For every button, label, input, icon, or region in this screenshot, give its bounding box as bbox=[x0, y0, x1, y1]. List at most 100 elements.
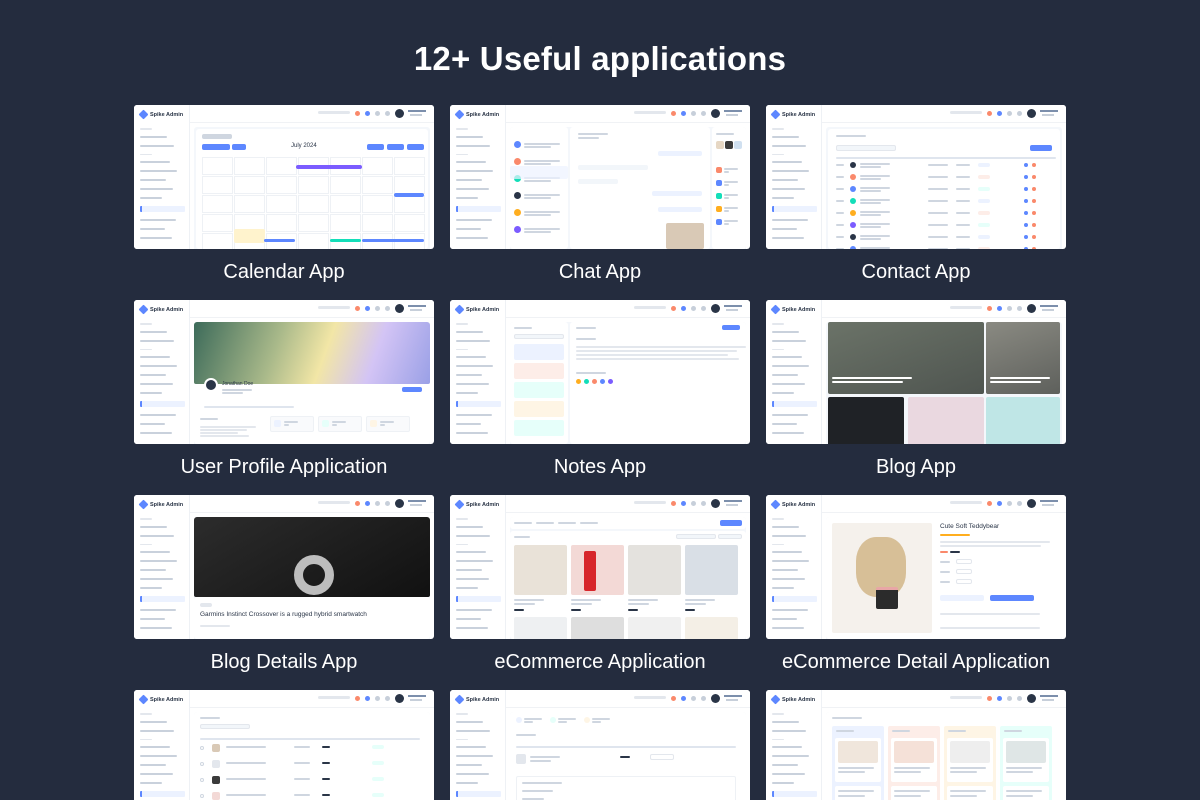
notification-icon[interactable] bbox=[1007, 306, 1012, 311]
sidebar-item[interactable] bbox=[772, 228, 797, 230]
sidebar-item[interactable] bbox=[456, 339, 490, 342]
sidebar-item[interactable] bbox=[456, 237, 488, 239]
sidebar-item[interactable] bbox=[456, 423, 481, 425]
sidebar-item[interactable] bbox=[772, 791, 817, 797]
sidebar-item[interactable] bbox=[456, 356, 486, 358]
sidebar-item[interactable] bbox=[456, 764, 482, 766]
notification-icon[interactable] bbox=[375, 111, 380, 116]
search-input[interactable] bbox=[318, 111, 350, 114]
sidebar-item[interactable] bbox=[772, 179, 798, 181]
sidebar-item[interactable] bbox=[456, 551, 486, 553]
app-tile[interactable]: Spike Admin bbox=[766, 690, 1066, 800]
task-card[interactable] bbox=[891, 738, 937, 782]
sidebar-item[interactable] bbox=[140, 365, 177, 367]
sidebar-item[interactable] bbox=[772, 609, 808, 611]
sidebar-item[interactable] bbox=[456, 144, 490, 147]
sidebar-item[interactable] bbox=[772, 374, 798, 376]
sidebar-item[interactable] bbox=[772, 392, 794, 394]
sidebar-item[interactable] bbox=[140, 144, 174, 147]
sidebar-item[interactable] bbox=[772, 627, 804, 629]
sidebar-item[interactable] bbox=[140, 197, 162, 199]
task-card[interactable] bbox=[835, 738, 881, 782]
notification-icon[interactable] bbox=[355, 306, 360, 311]
search-input[interactable] bbox=[318, 696, 350, 699]
notification-icon[interactable] bbox=[997, 111, 1002, 116]
sidebar-item[interactable] bbox=[140, 228, 165, 230]
sidebar-item[interactable] bbox=[140, 330, 167, 333]
sidebar-item[interactable] bbox=[140, 414, 176, 416]
sidebar-item[interactable] bbox=[456, 713, 468, 715]
sidebar-item[interactable] bbox=[140, 609, 176, 611]
sidebar-item[interactable] bbox=[140, 432, 172, 434]
notification-icon[interactable] bbox=[671, 501, 676, 506]
sidebar-item[interactable] bbox=[772, 161, 802, 163]
sidebar-item[interactable] bbox=[772, 423, 797, 425]
sidebar-item[interactable] bbox=[456, 365, 493, 367]
sidebar-item[interactable] bbox=[456, 348, 468, 350]
sidebar-item[interactable] bbox=[772, 365, 809, 367]
notification-icon[interactable] bbox=[997, 306, 1002, 311]
sidebar-item[interactable] bbox=[140, 153, 152, 155]
notification-icon[interactable] bbox=[681, 111, 686, 116]
sidebar-item[interactable] bbox=[140, 729, 174, 732]
sidebar-item[interactable] bbox=[456, 153, 468, 155]
sidebar-item[interactable] bbox=[772, 543, 784, 545]
sidebar-item[interactable] bbox=[772, 206, 817, 212]
notification-icon[interactable] bbox=[681, 501, 686, 506]
sidebar-item[interactable] bbox=[772, 618, 797, 620]
task-card[interactable] bbox=[947, 786, 993, 800]
note-card[interactable] bbox=[514, 401, 564, 417]
sidebar-item[interactable] bbox=[456, 401, 501, 407]
sidebar-item[interactable] bbox=[140, 170, 177, 172]
sidebar-item[interactable] bbox=[140, 782, 162, 784]
notification-icon[interactable] bbox=[375, 696, 380, 701]
notification-icon[interactable] bbox=[355, 111, 360, 116]
notification-icon[interactable] bbox=[355, 696, 360, 701]
sidebar-item[interactable] bbox=[456, 228, 481, 230]
app-tile[interactable]: Spike Admin Notes App bbox=[450, 300, 750, 479]
sidebar-item[interactable] bbox=[140, 587, 162, 589]
notification-icon[interactable] bbox=[671, 306, 676, 311]
sidebar-item[interactable] bbox=[456, 188, 489, 190]
sidebar-item[interactable] bbox=[140, 764, 166, 766]
task-card[interactable] bbox=[1003, 738, 1049, 782]
search-input[interactable] bbox=[634, 696, 666, 699]
notification-icon[interactable] bbox=[671, 111, 676, 116]
sidebar-item[interactable] bbox=[772, 596, 817, 602]
sidebar-item[interactable] bbox=[140, 356, 170, 358]
search-input[interactable] bbox=[950, 696, 982, 699]
notification-icon[interactable] bbox=[997, 501, 1002, 506]
notification-icon[interactable] bbox=[365, 111, 370, 116]
sidebar-item[interactable] bbox=[456, 135, 483, 138]
sidebar-item[interactable] bbox=[772, 330, 799, 333]
sidebar-item[interactable] bbox=[456, 170, 493, 172]
sidebar-item[interactable] bbox=[456, 525, 483, 528]
sidebar-item[interactable] bbox=[772, 339, 806, 342]
sidebar-item[interactable] bbox=[772, 782, 794, 784]
sidebar-item[interactable] bbox=[772, 237, 804, 239]
sidebar-item[interactable] bbox=[772, 383, 805, 385]
sidebar-item[interactable] bbox=[456, 729, 490, 732]
search-input[interactable] bbox=[950, 501, 982, 504]
sidebar-item[interactable] bbox=[140, 128, 152, 130]
app-tile[interactable]: Spike Admin Contact App bbox=[766, 105, 1066, 284]
sidebar-item[interactable] bbox=[456, 383, 489, 385]
sidebar-item[interactable] bbox=[140, 773, 173, 775]
note-card[interactable] bbox=[514, 382, 564, 398]
sidebar-item[interactable] bbox=[456, 414, 492, 416]
sidebar-item[interactable] bbox=[140, 627, 172, 629]
sidebar-item[interactable] bbox=[772, 170, 809, 172]
sidebar-item[interactable] bbox=[456, 720, 483, 723]
notification-icon[interactable] bbox=[365, 501, 370, 506]
sidebar-item[interactable] bbox=[140, 219, 176, 221]
sidebar-item[interactable] bbox=[456, 392, 478, 394]
sidebar-item[interactable] bbox=[140, 237, 172, 239]
app-tile[interactable]: Spike Admin Jonathan Doe User Profile Appl… bbox=[134, 300, 434, 479]
sidebar-item[interactable] bbox=[140, 348, 152, 350]
notification-icon[interactable] bbox=[1017, 501, 1022, 506]
notification-icon[interactable] bbox=[701, 501, 706, 506]
sidebar-item[interactable] bbox=[456, 773, 489, 775]
sidebar-item[interactable] bbox=[140, 755, 177, 757]
app-tile[interactable]: Spike Admin eCommerce Application bbox=[450, 495, 750, 674]
sidebar-item[interactable] bbox=[456, 432, 488, 434]
